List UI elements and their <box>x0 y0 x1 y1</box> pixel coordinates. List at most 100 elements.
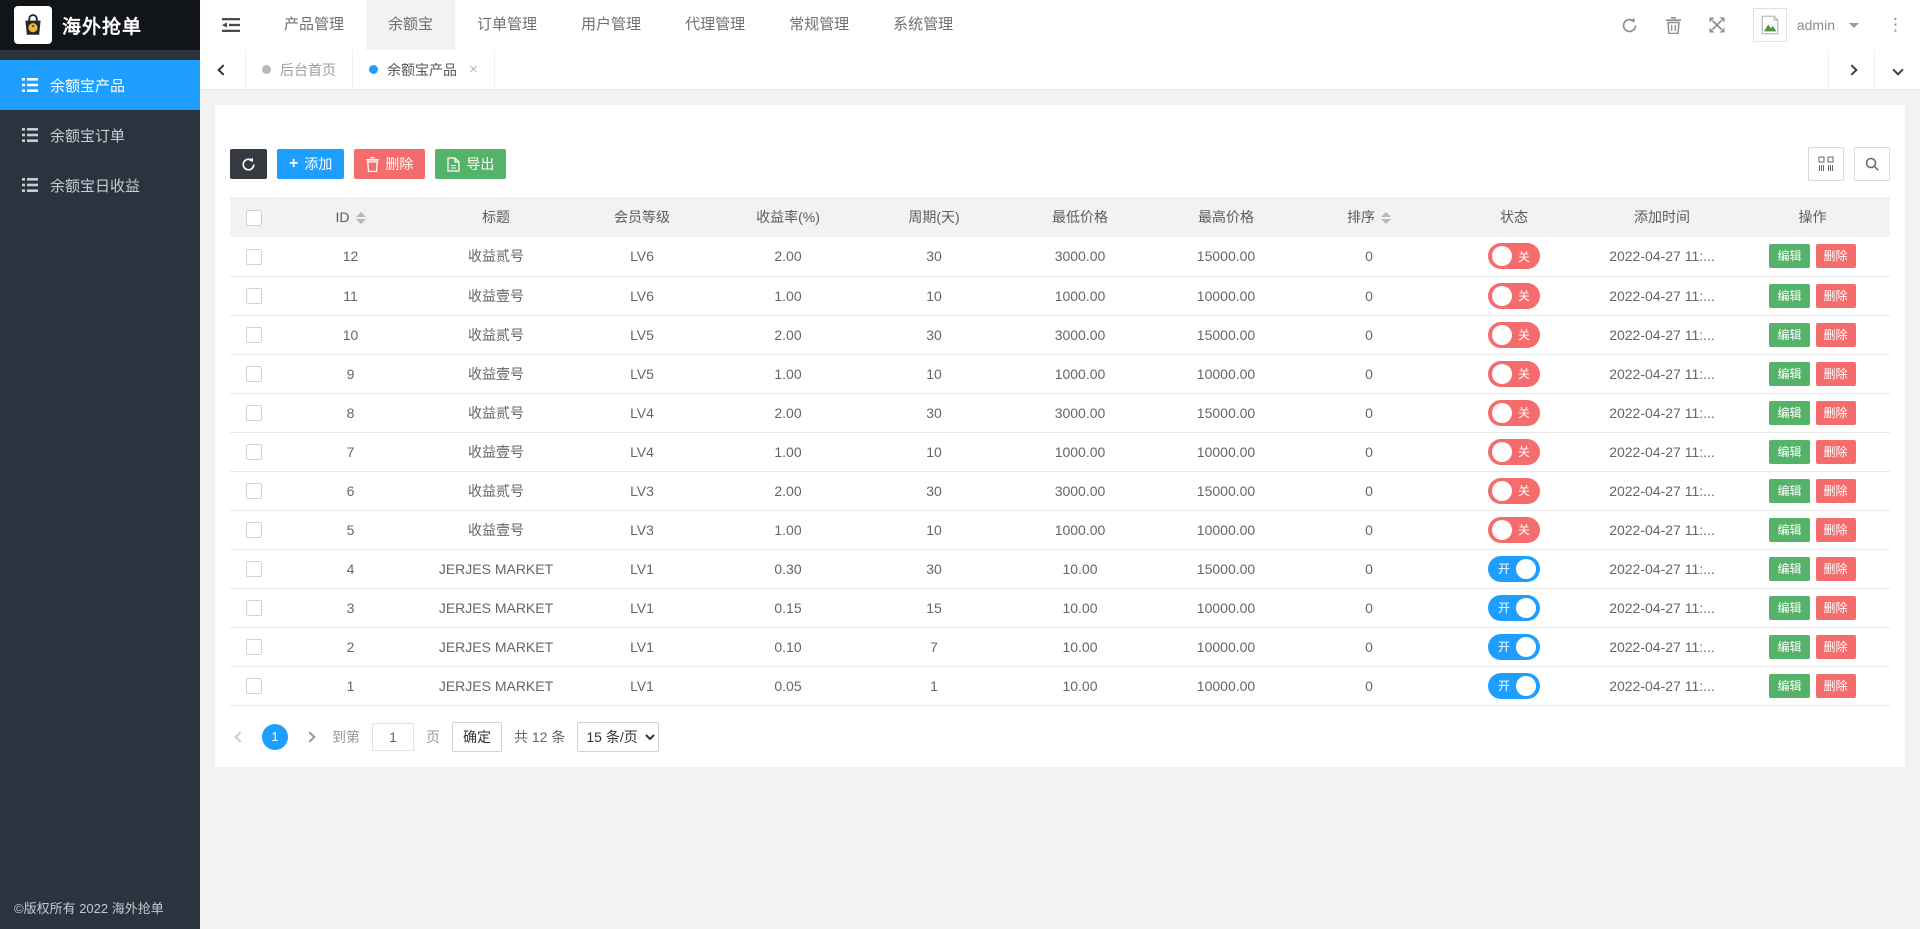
edit-row-button[interactable]: 编辑 <box>1769 283 1810 308</box>
tabs-scroll-right-button[interactable] <box>1828 50 1874 89</box>
status-toggle-off[interactable]: 关 <box>1487 516 1540 543</box>
status-toggle-off[interactable]: 关 <box>1487 282 1540 309</box>
delete-button[interactable]: 删除 <box>354 149 426 179</box>
cell-sort: 0 <box>1299 393 1439 433</box>
status-toggle-off[interactable]: 关 <box>1487 399 1540 426</box>
current-page-button[interactable]: 1 <box>262 723 288 750</box>
edit-row-button[interactable]: 编辑 <box>1769 361 1810 386</box>
delete-row-button[interactable]: 删除 <box>1815 439 1856 464</box>
edit-row-button[interactable]: 编辑 <box>1769 244 1810 269</box>
toggle-columns-button[interactable] <box>1808 147 1844 181</box>
edit-row-button[interactable]: 编辑 <box>1769 400 1810 425</box>
cell-min-price: 10.00 <box>1007 627 1153 667</box>
edit-row-button[interactable]: 编辑 <box>1769 595 1810 620</box>
tab-close-icon[interactable]: × <box>469 61 478 78</box>
top-nav-item[interactable]: 常规管理 <box>767 0 871 50</box>
delete-row-button[interactable]: 删除 <box>1815 361 1856 386</box>
row-checkbox[interactable] <box>246 327 262 344</box>
select-all-checkbox[interactable] <box>246 209 262 226</box>
row-checkbox[interactable] <box>246 483 262 500</box>
sort-icon[interactable] <box>355 212 366 225</box>
edit-row-button[interactable]: 编辑 <box>1769 556 1810 581</box>
status-toggle-off[interactable]: 关 <box>1487 360 1540 387</box>
tabs-menu-button[interactable] <box>1874 50 1920 89</box>
delete-row-button[interactable]: 删除 <box>1815 556 1856 581</box>
goto-confirm-button[interactable]: 确定 <box>452 721 502 752</box>
edit-row-button[interactable]: 编辑 <box>1769 634 1810 659</box>
refresh-icon[interactable] <box>1621 17 1638 34</box>
page-size-select[interactable]: 15 条/页 <box>577 721 660 752</box>
header-checkbox-cell <box>230 197 278 237</box>
row-checkbox[interactable] <box>246 561 262 578</box>
sidebar-item[interactable]: 余额宝订单 <box>0 110 200 160</box>
table-row: 9 收益壹号 LV5 1.00 10 1000.00 10000.00 0 关 2022-04-2… <box>230 354 1890 394</box>
row-checkbox[interactable] <box>246 288 262 305</box>
top-nav-item[interactable]: 余额宝 <box>366 0 456 50</box>
tabs-scroll-left-button[interactable] <box>200 50 246 89</box>
status-toggle-off[interactable]: 关 <box>1487 321 1540 348</box>
status-toggle-on[interactable]: 开 <box>1487 633 1540 660</box>
top-nav-item[interactable]: 订单管理 <box>455 0 559 50</box>
sort-icon[interactable] <box>1381 212 1391 225</box>
delete-row-button[interactable]: 删除 <box>1815 283 1856 308</box>
edit-row-button[interactable]: 编辑 <box>1769 673 1810 698</box>
table-row: 6 收益贰号 LV3 2.00 30 3000.00 15000.00 0 关 2022-04-2… <box>230 471 1890 511</box>
top-nav-item[interactable]: 产品管理 <box>262 0 366 50</box>
avatar[interactable] <box>1752 8 1787 42</box>
list-icon <box>22 128 38 142</box>
row-checkbox[interactable] <box>246 639 262 656</box>
delete-row-button[interactable]: 删除 <box>1815 517 1856 542</box>
status-toggle-off[interactable]: 关 <box>1487 438 1540 465</box>
table-search-button[interactable] <box>1854 147 1890 181</box>
row-checkbox[interactable] <box>246 405 262 422</box>
tab[interactable]: 后台首页 <box>246 50 353 89</box>
clear-cache-trash-icon[interactable] <box>1665 16 1681 34</box>
delete-row-button[interactable]: 删除 <box>1815 673 1856 698</box>
status-toggle-on[interactable]: 开 <box>1487 672 1540 699</box>
top-nav-item[interactable]: 代理管理 <box>663 0 767 50</box>
delete-row-button[interactable]: 删除 <box>1815 322 1856 347</box>
table-refresh-button[interactable] <box>230 149 267 179</box>
delete-row-button[interactable]: 删除 <box>1815 595 1856 620</box>
top-nav-item[interactable]: 用户管理 <box>559 0 663 50</box>
status-toggle-off[interactable]: 关 <box>1487 477 1540 504</box>
edit-row-button[interactable]: 编辑 <box>1769 517 1810 542</box>
column-header: 状态 <box>1439 197 1589 237</box>
tab[interactable]: 余额宝产品 × <box>353 50 495 89</box>
delete-row-button[interactable]: 删除 <box>1815 400 1856 425</box>
export-button[interactable]: 导出 <box>435 149 507 179</box>
row-checkbox[interactable] <box>246 522 262 539</box>
collapse-sidebar-button[interactable] <box>200 0 262 50</box>
goto-page-input[interactable] <box>372 722 414 751</box>
column-header[interactable]: 排序 <box>1299 197 1439 237</box>
status-toggle-on[interactable]: 开 <box>1487 555 1540 582</box>
edit-row-button[interactable]: 编辑 <box>1769 322 1810 347</box>
user-menu[interactable]: admin <box>1752 8 1859 42</box>
cell-rate: 2.00 <box>715 237 861 277</box>
prev-page-button[interactable] <box>230 730 250 743</box>
edit-row-button[interactable]: 编辑 <box>1769 478 1810 503</box>
delete-row-button[interactable]: 删除 <box>1815 478 1856 503</box>
delete-row-button[interactable]: 删除 <box>1815 244 1856 269</box>
sidebar-item[interactable]: 余额宝产品 <box>0 60 200 110</box>
cell-actions: 编辑 删除 <box>1735 315 1890 355</box>
status-toggle-off[interactable]: 关 <box>1487 243 1540 270</box>
column-header-label: ID <box>335 209 350 225</box>
add-button[interactable]: + 添加 <box>277 149 345 179</box>
column-header: 会员等级 <box>569 197 715 237</box>
row-checkbox[interactable] <box>246 248 262 265</box>
fullscreen-icon[interactable] <box>1709 17 1725 33</box>
status-toggle-on[interactable]: 开 <box>1487 594 1540 621</box>
top-nav-item[interactable]: 系统管理 <box>871 0 975 50</box>
next-page-button[interactable] <box>300 730 320 743</box>
column-header[interactable]: ID <box>278 197 423 237</box>
row-checkbox[interactable] <box>246 678 262 695</box>
edit-row-button[interactable]: 编辑 <box>1769 439 1810 464</box>
row-checkbox[interactable] <box>246 444 262 461</box>
switch-knob <box>1516 597 1536 618</box>
sidebar-item[interactable]: 余额宝日收益 <box>0 160 200 210</box>
more-menu-icon[interactable]: ⋮ <box>1887 15 1904 35</box>
row-checkbox[interactable] <box>246 366 262 383</box>
delete-row-button[interactable]: 删除 <box>1815 634 1856 659</box>
row-checkbox[interactable] <box>246 600 262 617</box>
